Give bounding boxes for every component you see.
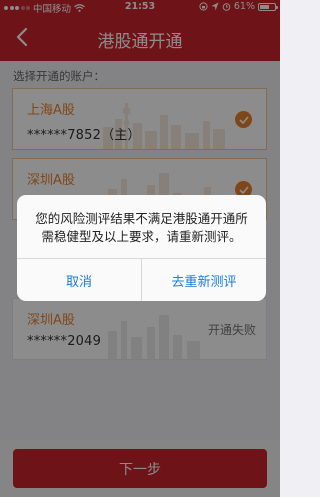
risk-alert-dialog: 您的风险测评结果不满足港股通开通所需稳健型及以上要求，请重新测评。 取消 去重新… — [17, 195, 266, 301]
dialog-message: 您的风险测评结果不满足港股通开通所需稳健型及以上要求，请重新测评。 — [35, 211, 248, 244]
cancel-button[interactable]: 取消 — [17, 259, 141, 301]
retest-button[interactable]: 去重新测评 — [142, 259, 266, 301]
